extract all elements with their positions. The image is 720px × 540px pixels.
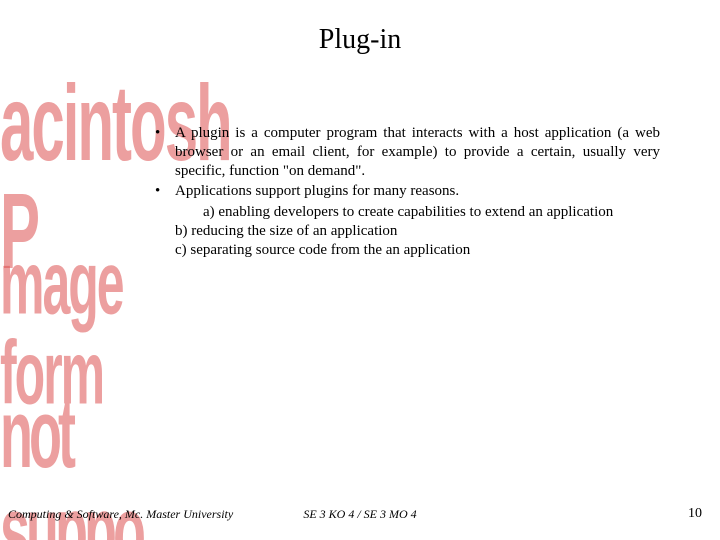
bullet-1-text: A plugin is a computer program that inte… bbox=[175, 124, 660, 180]
bullet-dot: • bbox=[155, 124, 175, 180]
sub-c: c) separating source code from the an ap… bbox=[175, 241, 660, 260]
slide-title: Plug-in bbox=[0, 24, 720, 56]
bg-text-1: acintosh P bbox=[0, 70, 110, 286]
slide-number: 10 bbox=[688, 506, 702, 522]
broken-image-placeholder: acintosh P mage form not suppo bbox=[0, 70, 110, 450]
sub-b: b) reducing the size of an application bbox=[175, 222, 660, 241]
footer-center: SE 3 KO 4 / SE 3 MO 4 bbox=[0, 507, 720, 522]
bullet-dot: • bbox=[155, 182, 175, 201]
slide-body: • A plugin is a computer program that in… bbox=[155, 124, 660, 259]
bullet-1: • A plugin is a computer program that in… bbox=[155, 124, 660, 180]
bullet-2: • Applications support plugins for many … bbox=[155, 182, 660, 201]
bullet-2-text: Applications support plugins for many re… bbox=[175, 182, 660, 201]
bg-text-2: mage form bbox=[0, 238, 110, 418]
sub-a: a) enabling developers to create capabil… bbox=[175, 203, 660, 222]
